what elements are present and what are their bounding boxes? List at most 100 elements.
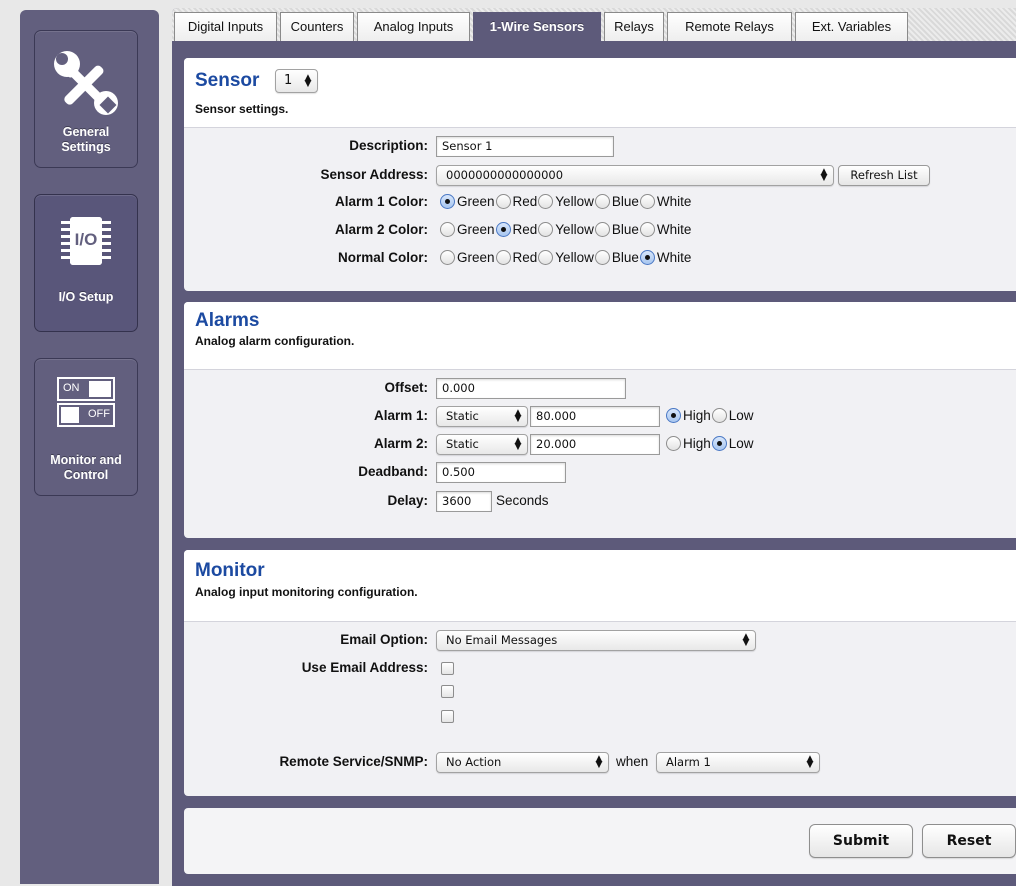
alarm1-level-radios: High Low — [666, 408, 755, 426]
radio-button[interactable] — [594, 250, 610, 265]
alarm2-label: Alarm 2: — [373, 436, 428, 451]
sidebar-item-monitor-control[interactable]: ON OFF Monitor and Control — [34, 358, 138, 496]
color-option-yellow[interactable]: Yellow — [538, 222, 594, 237]
normal-color-row: Normal Color: Green Red Yellow Blue White — [184, 248, 1016, 270]
tab-counters[interactable]: Counters — [280, 12, 354, 41]
color-option-red[interactable]: Red — [495, 222, 537, 237]
sidebar-item-io-setup[interactable]: I/O I/O Setup — [34, 194, 138, 332]
email-address-1-checkbox[interactable] — [441, 662, 454, 675]
color-option-green[interactable]: Green — [440, 250, 495, 265]
radio-button[interactable] — [538, 250, 554, 265]
tab-remote-relays[interactable]: Remote Relays — [667, 12, 792, 41]
deadband-row: Deadband: 0.500 — [184, 462, 1016, 484]
radio-button[interactable] — [666, 436, 681, 451]
radio-button[interactable] — [495, 222, 511, 237]
sensor-section: Sensor 1 ▲ ▼ Sensor settings. Description… — [184, 58, 1016, 291]
radio-button[interactable] — [440, 194, 455, 209]
alarm2-row: Alarm 2: Static ▲ ▼ 20.000 High Low — [184, 434, 1016, 456]
radio-label: High — [683, 436, 711, 451]
tab-analog-inputs[interactable]: Analog Inputs — [357, 12, 470, 41]
color-option-blue[interactable]: Blue — [594, 194, 639, 209]
level-option-high[interactable]: High — [666, 436, 711, 451]
email-address-3-checkbox[interactable] — [441, 710, 454, 723]
alarm2-mode-select[interactable]: Static ▲ ▼ — [436, 434, 528, 455]
radio-label: Low — [728, 436, 754, 451]
alarm2-color-label: Alarm 2 Color: — [334, 222, 428, 237]
alarm1-mode-select[interactable]: Static ▲ ▼ — [436, 406, 528, 427]
delay-unit: Seconds — [496, 493, 549, 508]
when-select[interactable]: Alarm 1 ▲ ▼ — [656, 752, 820, 773]
level-option-low[interactable]: Low — [711, 436, 754, 451]
radio-button[interactable] — [440, 250, 455, 265]
radio-button[interactable] — [594, 194, 610, 209]
section-header: Alarms Analog alarm configuration. — [184, 302, 1016, 370]
color-option-blue[interactable]: Blue — [594, 250, 639, 265]
sensor-address-label: Sensor Address: — [320, 167, 428, 182]
tab-1-wire-sensors[interactable]: 1-Wire Sensors — [473, 12, 601, 41]
radio-button[interactable] — [666, 408, 681, 423]
alarm1-color-label: Alarm 1 Color: — [334, 194, 428, 209]
sensor-address-select[interactable]: 0000000000000000 ▲ ▼ — [436, 165, 834, 186]
radio-label: White — [656, 194, 692, 209]
tab-relays[interactable]: Relays — [604, 12, 664, 41]
level-option-high[interactable]: High — [666, 408, 711, 423]
section-header: Monitor Analog input monitoring configur… — [184, 550, 1016, 622]
alarm2-value-field[interactable]: 20.000 — [530, 434, 660, 455]
radio-label: Blue — [611, 222, 639, 237]
radio-button[interactable] — [440, 222, 455, 237]
offset-row: Offset: 0.000 — [184, 378, 1016, 400]
offset-label: Offset: — [384, 380, 429, 395]
use-email-label: Use Email Address: — [301, 660, 428, 675]
alarm2-level-radios: High Low — [666, 436, 755, 454]
color-option-yellow[interactable]: Yellow — [538, 250, 594, 265]
delay-field[interactable]: 3600 — [436, 491, 492, 512]
color-option-red[interactable]: Red — [495, 194, 537, 209]
tab-ext-variables[interactable]: Ext. Variables — [795, 12, 908, 41]
color-option-white[interactable]: White — [639, 222, 691, 237]
radio-button[interactable] — [495, 194, 511, 209]
section-subtitle: Analog alarm configuration. — [195, 334, 355, 348]
radio-button[interactable] — [495, 250, 511, 265]
alarm1-label: Alarm 1: — [373, 408, 428, 423]
remote-action-select[interactable]: No Action ▲ ▼ — [436, 752, 609, 773]
normal-color-radios: Green Red Yellow Blue White — [440, 250, 692, 268]
use-email-row: Use Email Address: — [184, 658, 1016, 728]
deadband-field[interactable]: 0.500 — [436, 462, 566, 483]
submit-button[interactable]: Submit — [809, 824, 913, 858]
radio-button[interactable] — [639, 194, 655, 209]
section-title: Sensor — [195, 70, 260, 91]
sidebar-item-label: General Settings — [61, 125, 111, 154]
level-option-low[interactable]: Low — [711, 408, 754, 423]
radio-button[interactable] — [538, 194, 554, 209]
radio-button[interactable] — [639, 222, 655, 237]
reset-button[interactable]: Reset — [922, 824, 1016, 858]
color-option-blue[interactable]: Blue — [594, 222, 639, 237]
section-title: Monitor — [195, 560, 265, 581]
radio-button[interactable] — [639, 250, 655, 265]
color-option-green[interactable]: Green — [440, 222, 495, 237]
color-option-white[interactable]: White — [639, 194, 692, 209]
sidebar-item-general-settings[interactable]: General Settings — [34, 30, 138, 168]
refresh-list-button[interactable]: Refresh List — [838, 165, 930, 186]
color-option-white[interactable]: White — [639, 250, 691, 265]
radio-button[interactable] — [538, 222, 554, 237]
color-option-red[interactable]: Red — [495, 250, 537, 265]
radio-label: Yellow — [555, 222, 594, 237]
switch-icon: ON OFF — [57, 377, 115, 429]
radio-button[interactable] — [594, 222, 610, 237]
email-address-2-checkbox[interactable] — [441, 685, 454, 698]
description-field[interactable]: Sensor 1 — [436, 136, 614, 157]
alarm1-value-field[interactable]: 80.000 — [530, 406, 660, 427]
sensor-select[interactable]: 1 ▲ ▼ — [275, 69, 318, 93]
radio-button[interactable] — [711, 408, 727, 423]
radio-button[interactable] — [711, 436, 727, 451]
color-option-green[interactable]: Green — [440, 194, 495, 209]
when-label: when — [616, 754, 649, 769]
email-option-select[interactable]: No Email Messages ▲ ▼ — [436, 630, 756, 651]
section-subtitle: Sensor settings. — [195, 102, 289, 116]
tab-digital-inputs[interactable]: Digital Inputs — [174, 12, 277, 41]
offset-field[interactable]: 0.000 — [436, 378, 626, 399]
radio-label: Yellow — [555, 250, 594, 265]
color-option-yellow[interactable]: Yellow — [538, 194, 594, 209]
alarm1-row: Alarm 1: Static ▲ ▼ 80.000 High Low — [184, 406, 1016, 428]
